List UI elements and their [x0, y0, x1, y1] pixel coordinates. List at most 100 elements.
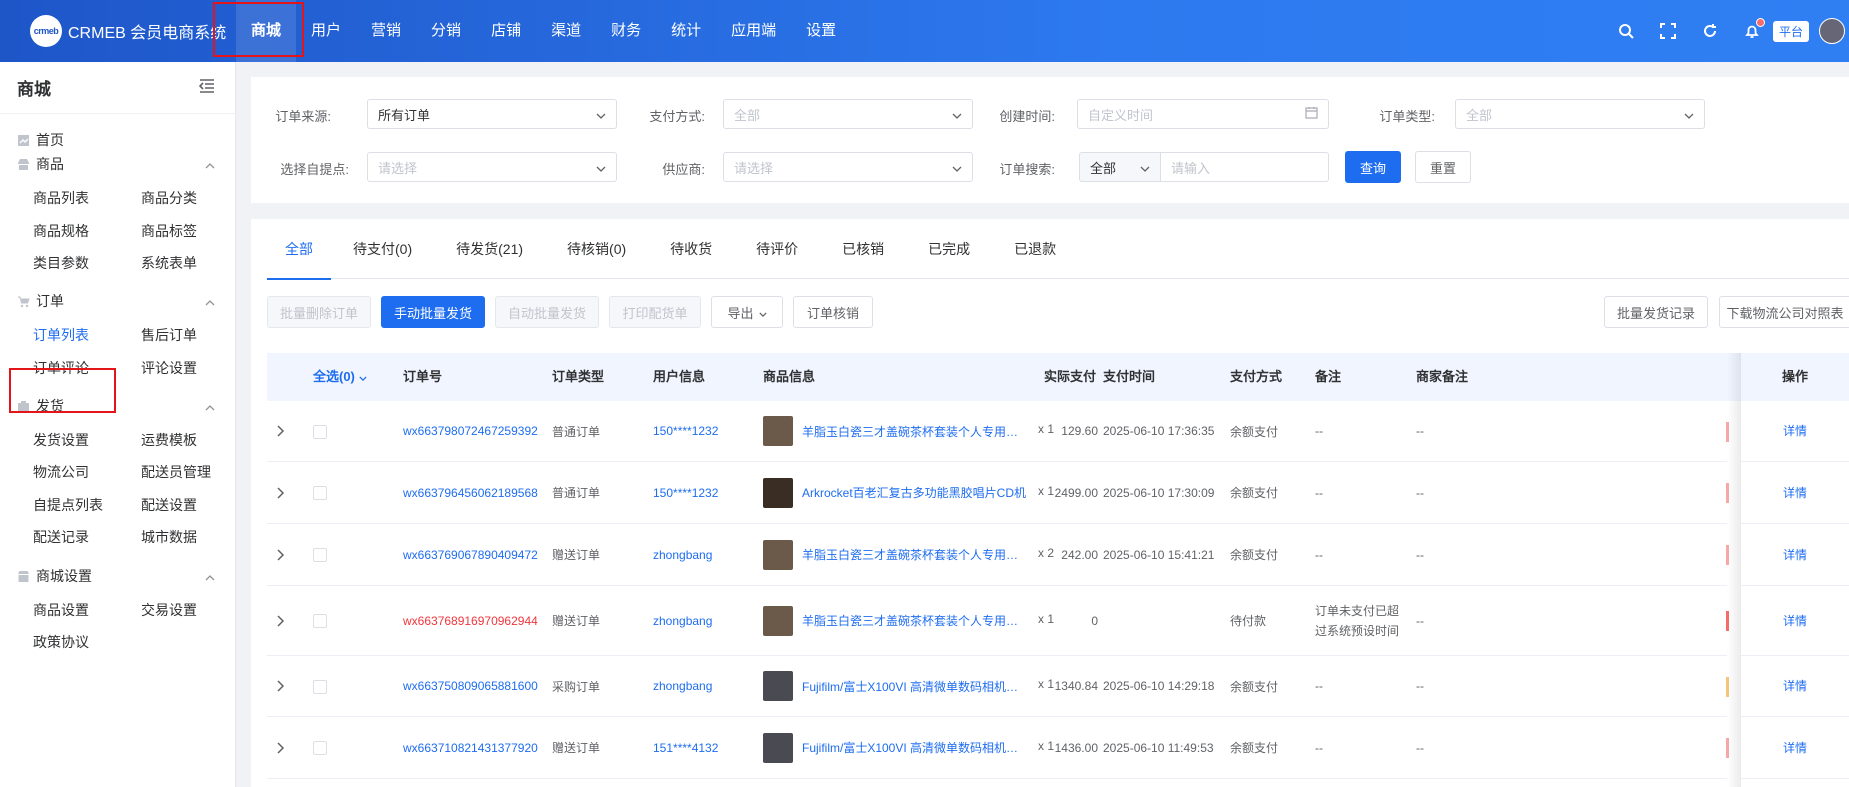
platform-tag[interactable]: 平台: [1772, 20, 1809, 42]
order-source-select[interactable]: 所有订单: [367, 99, 617, 129]
sidebar-item-city-data[interactable]: 城市数据: [141, 527, 197, 547]
product-thumbnail[interactable]: [763, 477, 793, 508]
topnav-user[interactable]: 用户: [296, 0, 356, 62]
tab-completed[interactable]: 已完成: [906, 219, 992, 279]
expand-row-icon[interactable]: [277, 586, 285, 655]
sidebar-item-delivery-settings[interactable]: 配送设置: [141, 495, 197, 515]
sidebar-group-order[interactable]: 订单: [17, 291, 215, 311]
supplier-select[interactable]: 请选择: [723, 152, 973, 182]
expand-row-icon[interactable]: [277, 717, 285, 778]
topnav-channel[interactable]: 渠道: [536, 0, 596, 62]
topnav-finance[interactable]: 财务: [596, 0, 656, 62]
pickup-point-select[interactable]: 请选择: [367, 152, 617, 182]
user-link[interactable]: 150****1232: [653, 424, 718, 438]
sidebar-item-order-review[interactable]: 订单评论: [33, 358, 89, 378]
sidebar-item-product-settings[interactable]: 商品设置: [33, 600, 89, 620]
refresh-icon[interactable]: [1699, 20, 1721, 42]
auto-batch-ship-button[interactable]: 自动批量发货: [495, 296, 599, 328]
tab-all[interactable]: 全部: [267, 219, 331, 280]
product-thumbnail[interactable]: [763, 732, 793, 763]
collapse-menu-icon[interactable]: [198, 79, 215, 96]
sidebar-item-system-form[interactable]: 系统表单: [141, 253, 197, 273]
detail-link[interactable]: 详情: [1741, 656, 1849, 717]
expand-row-icon[interactable]: [277, 462, 285, 523]
sidebar-item-product-category[interactable]: 商品分类: [141, 188, 197, 208]
user-link[interactable]: zhongbang: [653, 679, 712, 693]
tab-pending-review[interactable]: 待评价: [734, 219, 820, 279]
sidebar-item-product-tag[interactable]: 商品标签: [141, 221, 197, 241]
product-thumbnail[interactable]: [763, 416, 793, 446]
order-no-link[interactable]: wx663796456062189568: [403, 486, 538, 500]
row-checkbox[interactable]: [313, 486, 327, 500]
batch-delete-button[interactable]: 批量删除订单: [267, 296, 371, 328]
sidebar-item-category-params[interactable]: 类目参数: [33, 253, 89, 273]
expand-row-icon[interactable]: [277, 524, 285, 585]
tab-pending-shipment[interactable]: 待发货(21): [434, 219, 545, 279]
topnav-stats[interactable]: 统计: [656, 0, 716, 62]
topnav-apps[interactable]: 应用端: [716, 0, 791, 62]
pay-method-select[interactable]: 全部: [723, 99, 973, 129]
row-checkbox[interactable]: [313, 424, 327, 439]
product-thumbnail[interactable]: [763, 539, 793, 570]
topnav-distribution[interactable]: 分销: [416, 0, 476, 62]
product-name-link[interactable]: Fujifilm/富士X100VI 高清微单数码相机随身: [802, 678, 1030, 695]
export-button[interactable]: 导出: [711, 296, 783, 328]
sidebar-item-home[interactable]: 首页: [17, 130, 64, 150]
sidebar-group-shipping[interactable]: 发货: [17, 396, 215, 416]
user-link[interactable]: zhongbang: [653, 548, 712, 562]
sidebar-item-courier-mgmt[interactable]: 配送员管理: [141, 462, 211, 482]
topnav-mall[interactable]: 商城: [236, 0, 297, 62]
order-no-link[interactable]: wx663710821431377920: [403, 741, 538, 755]
tab-pending-payment[interactable]: 待支付(0): [331, 219, 434, 279]
topnav-marketing[interactable]: 营销: [356, 0, 416, 62]
user-link[interactable]: 151****4132: [653, 741, 718, 755]
sidebar-item-shipping-settings[interactable]: 发货设置: [33, 430, 89, 450]
fullscreen-icon[interactable]: [1657, 20, 1679, 42]
sidebar-item-after-sales[interactable]: 售后订单: [141, 325, 197, 345]
download-logistics-button[interactable]: 下载物流公司对照表: [1719, 296, 1849, 328]
print-picking-button[interactable]: 打印配货单: [609, 296, 701, 328]
order-no-link[interactable]: wx663768916970962944: [403, 614, 538, 628]
ship-record-button[interactable]: 批量发货记录: [1604, 296, 1708, 328]
order-no-link[interactable]: wx663769067890409472: [403, 548, 538, 562]
product-name-link[interactable]: 羊脂玉白瓷三才盖碗茶杯套装个人专用不烫手: [802, 612, 1030, 629]
order-type-select[interactable]: 全部: [1455, 99, 1705, 129]
manual-batch-ship-button[interactable]: 手动批量发货: [381, 296, 485, 328]
sidebar-item-logistics-company[interactable]: 物流公司: [33, 462, 89, 482]
product-thumbnail[interactable]: [763, 671, 793, 701]
bell-icon[interactable]: [1741, 18, 1765, 42]
sidebar-item-pickup-list[interactable]: 自提点列表: [33, 495, 103, 515]
sidebar-item-product-spec[interactable]: 商品规格: [33, 221, 89, 241]
topnav-settings[interactable]: 设置: [791, 0, 851, 62]
sidebar-item-delivery-records[interactable]: 配送记录: [33, 527, 89, 547]
sidebar-item-review-settings[interactable]: 评论设置: [141, 358, 197, 378]
row-checkbox[interactable]: [313, 741, 327, 755]
product-name-link[interactable]: Fujifilm/富士X100VI 高清微单数码相机随身: [802, 739, 1030, 756]
create-time-picker[interactable]: 自定义时间: [1077, 99, 1329, 129]
detail-link[interactable]: 详情: [1741, 717, 1849, 779]
product-name-link[interactable]: 羊脂玉白瓷三才盖碗茶杯套装个人专用不烫手: [802, 423, 1030, 440]
detail-link[interactable]: 详情: [1741, 586, 1849, 656]
sidebar-item-product-list[interactable]: 商品列表: [33, 188, 89, 208]
expand-row-icon[interactable]: [277, 656, 285, 716]
sidebar-item-policy[interactable]: 政策协议: [33, 632, 89, 652]
topnav-store[interactable]: 店铺: [476, 0, 536, 62]
order-no-link[interactable]: wx663750809065881600: [403, 679, 538, 693]
tab-pending-receipt[interactable]: 待收货: [648, 219, 734, 279]
expand-row-icon[interactable]: [277, 401, 285, 461]
product-thumbnail[interactable]: [763, 605, 793, 636]
sidebar-group-product[interactable]: 商品: [17, 154, 215, 174]
sidebar-group-mall-settings[interactable]: 商城设置: [17, 566, 215, 586]
search-input[interactable]: 请输入: [1160, 152, 1329, 182]
tab-refunded[interactable]: 已退款: [992, 219, 1078, 279]
order-no-link[interactable]: wx663798072467259392: [403, 424, 538, 438]
tab-verified[interactable]: 已核销: [820, 219, 906, 279]
product-name-link[interactable]: 羊脂玉白瓷三才盖碗茶杯套装个人专用不烫手: [802, 546, 1030, 563]
sidebar-item-freight-template[interactable]: 运费模板: [141, 430, 197, 450]
sidebar-item-trade-settings[interactable]: 交易设置: [141, 600, 197, 620]
row-checkbox[interactable]: [313, 614, 327, 628]
sidebar-item-order-list[interactable]: 订单列表: [33, 325, 89, 345]
order-verify-button[interactable]: 订单核销: [793, 296, 873, 328]
select-all-dropdown[interactable]: 全选(0): [313, 353, 367, 401]
avatar[interactable]: [1819, 18, 1845, 44]
